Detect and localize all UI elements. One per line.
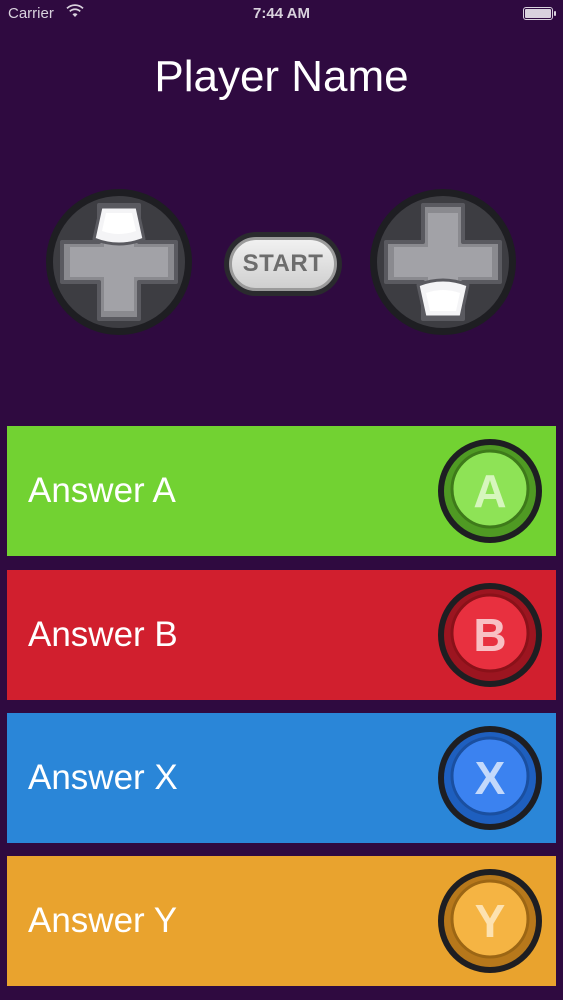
a-button-letter: A [473,465,507,517]
answer-x-label: Answer X [28,758,178,797]
answer-a-label: Answer A [28,471,176,510]
answer-b-label: Answer B [28,615,178,654]
player-name-title: Player Name [154,52,409,101]
y-button-letter: Y [474,895,506,947]
status-time: 7:44 AM [253,5,310,22]
a-button-icon[interactable]: A [437,438,543,544]
answer-y-row[interactable]: Answer Y Y [7,856,556,986]
answer-y-label: Answer Y [28,901,178,940]
b-button-letter: B [473,609,507,661]
dpad-down-icon[interactable] [368,187,518,337]
status-bar: Carrier 7:44 AM [0,0,563,28]
dpad-up-icon[interactable] [44,187,194,337]
start-label: START [229,237,337,291]
y-button-icon[interactable]: Y [437,868,543,974]
answer-a-row[interactable]: Answer A A [7,426,556,556]
b-button-icon[interactable]: B [437,582,543,688]
answer-x-row[interactable]: Answer X X [7,713,556,843]
x-button-letter: X [474,752,506,804]
answer-b-row[interactable]: Answer B B [7,570,556,700]
battery-icon [523,7,556,20]
x-button-icon[interactable]: X [437,725,543,831]
start-button[interactable]: START [224,232,342,296]
